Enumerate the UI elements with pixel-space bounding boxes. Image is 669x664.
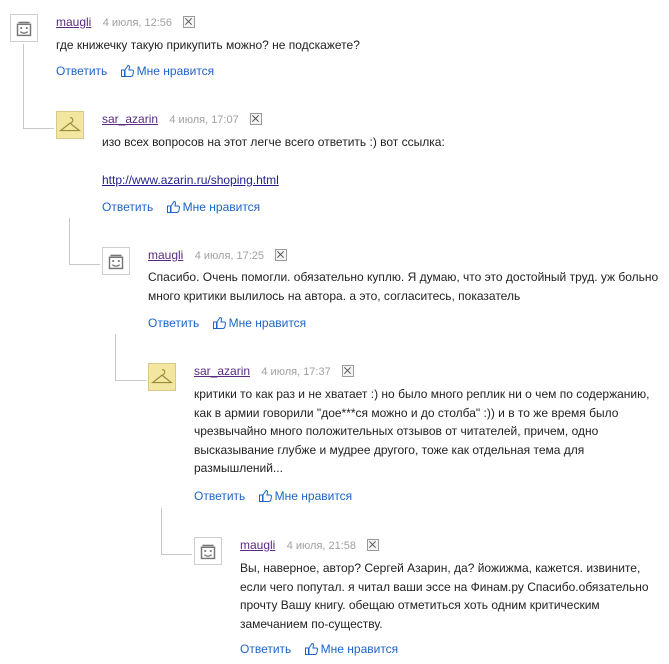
thread-line: [161, 508, 192, 555]
reply-button[interactable]: Ответить: [102, 200, 153, 214]
comment: maugli 4 июля, 17:25 Спасибо. Очень помо…: [102, 247, 662, 337]
comment-header: sar_azarin 4 июля, 17:07: [102, 111, 263, 127]
robot-avatar-icon[interactable]: [194, 537, 222, 565]
comment-line: прочту Вашу книгу. обещаю отметиться хот…: [240, 598, 600, 612]
comment-text: где книжечку такую прикупить можно? не п…: [56, 36, 360, 55]
comment: maugli 4 июля, 12:56 где книжечку такую …: [10, 14, 650, 84]
like-label: Мне нравится: [320, 642, 399, 656]
like-button[interactable]: Мне нравится: [304, 642, 399, 656]
thumbs-up-icon: [212, 316, 226, 329]
comment: sar_azarin 4 июля, 17:37 критики то как …: [148, 363, 663, 508]
comment-time: 4 июля, 17:25: [194, 250, 265, 262]
comment-text: критики то как раз и не хватает :) но бы…: [194, 385, 649, 478]
like-button[interactable]: Мне нравится: [258, 489, 353, 503]
comment-header: maugli 4 июля, 17:25: [148, 247, 288, 263]
author-link[interactable]: maugli: [240, 538, 275, 552]
delete-icon[interactable]: [275, 249, 288, 261]
thread-line: [115, 334, 146, 381]
delete-icon[interactable]: [250, 113, 263, 125]
comment-line: критики то как раз и не хватает :) но бы…: [194, 387, 650, 401]
comment-line: высказывание глубже и мудрее другого, то…: [194, 442, 585, 457]
comment-actions: Ответить Мне нравится: [240, 642, 398, 656]
like-button[interactable]: Мне нравится: [212, 316, 307, 330]
thumbs-up-icon: [166, 200, 180, 213]
author-link[interactable]: sar_azarin: [194, 364, 250, 378]
reply-button[interactable]: Ответить: [148, 316, 199, 330]
comment-line: Вы, наверное, автор? Сергей Азарин, да? …: [240, 561, 641, 575]
comment-actions: Ответить Мне нравится: [148, 316, 306, 330]
reply-button[interactable]: Ответить: [194, 489, 245, 503]
comment-header: maugli 4 июля, 21:58: [240, 537, 380, 553]
robot-avatar-icon[interactable]: [102, 247, 130, 275]
shop-link[interactable]: http://www.azarin.ru/shoping.html: [102, 173, 279, 187]
delete-icon[interactable]: [183, 16, 196, 28]
comment-time: 4 июля, 12:56: [102, 17, 173, 29]
comment-actions: Ответить Мне нравится: [194, 489, 352, 503]
reply-button[interactable]: Ответить: [240, 642, 291, 656]
author-link[interactable]: maugli: [148, 248, 183, 262]
comment-line: где книжечку такую прикупить можно? не п…: [56, 38, 360, 52]
like-label: Мне нравится: [136, 64, 215, 78]
comment-actions: Ответить Мне нравится: [102, 200, 260, 214]
author-link[interactable]: maugli: [56, 15, 91, 29]
thumbs-up-icon: [258, 489, 272, 502]
thread-line: [69, 218, 100, 265]
like-button[interactable]: Мне нравится: [166, 200, 261, 214]
comment-text: Спасибо. Очень помогли. обязательно купл…: [148, 268, 658, 305]
delete-icon[interactable]: [342, 365, 355, 377]
comment-line: если чего попутал. я читал ваши эссе на …: [240, 579, 649, 594]
comment-text: изо всех вопросов на этот легче всего от…: [102, 133, 445, 189]
comment-line: как в армии говорили "дое***ся можно и д…: [194, 405, 619, 420]
comment-actions: Ответить Мне нравится: [56, 64, 214, 78]
like-label: Мне нравится: [274, 489, 353, 503]
comment-line: замечанием по-существу.: [240, 616, 383, 631]
like-label: Мне нравится: [228, 316, 307, 330]
hanger-avatar-icon[interactable]: [56, 111, 84, 139]
thumbs-up-icon: [304, 642, 318, 655]
comment-text: Вы, наверное, автор? Сергей Азарин, да? …: [240, 559, 649, 633]
hanger-avatar-icon[interactable]: [148, 363, 176, 391]
comment: maugli 4 июля, 21:58 Вы, наверное, автор…: [194, 537, 664, 662]
comment-line: Спасибо. Очень помогли. обязательно купл…: [148, 270, 659, 284]
comment-header: sar_azarin 4 июля, 17:37: [194, 363, 355, 379]
like-button[interactable]: Мне нравится: [120, 64, 215, 78]
delete-icon[interactable]: [367, 539, 380, 551]
author-link[interactable]: sar_azarin: [102, 112, 158, 126]
comment-line: изо всех вопросов на этот легче всего от…: [102, 135, 445, 149]
comment: sar_azarin 4 июля, 17:07 изо всех вопрос…: [56, 111, 656, 221]
robot-avatar-icon[interactable]: [10, 14, 38, 42]
comment-line: размышлений...: [194, 461, 283, 475]
reply-button[interactable]: Ответить: [56, 64, 107, 78]
comment-time: 4 июля, 21:58: [286, 540, 357, 552]
comment-time: 4 июля, 17:07: [169, 114, 239, 126]
comment-line: чрезвычайно много положительных отзывов …: [194, 424, 599, 438]
like-label: Мне нравится: [182, 200, 261, 214]
comment-line: много критики вылилось на автора. а это,…: [148, 288, 521, 303]
comment-header: maugli 4 июля, 12:56: [56, 14, 196, 30]
comment-time: 4 июля, 17:37: [261, 366, 331, 378]
thumbs-up-icon: [120, 64, 134, 77]
